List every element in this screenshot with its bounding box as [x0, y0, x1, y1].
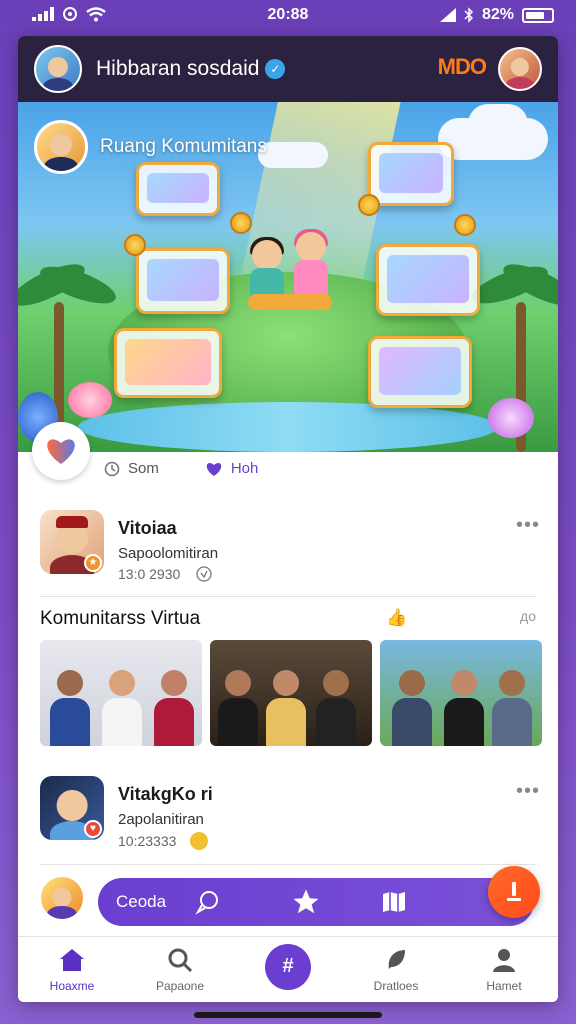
create-post-button[interactable]: [488, 866, 540, 918]
home-indicator[interactable]: [194, 1012, 382, 1018]
section-title: Komunitarss Virtua: [40, 608, 201, 629]
composer-bar: Ceoda: [98, 878, 534, 926]
reaction-comment[interactable]: Som: [104, 460, 159, 477]
community-photo[interactable]: [40, 640, 202, 746]
app-header: Hibbaran sosdaid ✓ MDO: [18, 36, 558, 102]
floating-card: [376, 244, 480, 316]
composer-label[interactable]: Ceoda: [116, 892, 184, 912]
post-avatar[interactable]: ★: [40, 510, 104, 574]
community-photo[interactable]: [210, 640, 372, 746]
floating-card: [368, 142, 454, 206]
community-photo[interactable]: [380, 640, 542, 746]
bluetooth-icon: [464, 7, 474, 23]
signal-icon: [439, 8, 456, 22]
battery-percentage: 82%: [481, 6, 514, 23]
nav-label: Dratloes: [373, 978, 419, 993]
reaction-label: Hoh: [230, 460, 259, 477]
star-badge-icon: ★: [84, 554, 102, 572]
search-icon: [168, 948, 193, 972]
reaction-label: Som: [128, 460, 159, 477]
post-avatar[interactable]: ♥: [40, 776, 104, 840]
heart-icon: [47, 439, 75, 464]
photo-grid: [40, 640, 542, 746]
checkmark-circle-icon: [196, 566, 212, 582]
hashtag-icon: #: [265, 943, 311, 990]
feed-post[interactable]: ★ Vitoiaa Sapoolomitiran 13:0 2930 •••: [40, 510, 540, 590]
hero-banner[interactable]: Ruang Komumitans: [18, 102, 558, 452]
floating-card: [114, 328, 222, 398]
brand-logo: MDO: [437, 54, 487, 79]
user-icon: [493, 948, 515, 972]
floating-card: [136, 248, 230, 314]
nav-search[interactable]: Papaone: [126, 937, 234, 1002]
nav-label: Hoaxme: [49, 978, 95, 993]
status-bar: 20:88 82%: [0, 0, 576, 32]
pen-icon: [507, 882, 521, 901]
app-title: Hibbaran sosdaid ✓: [96, 57, 286, 81]
floating-card: [368, 336, 472, 408]
nav-create[interactable]: #: [234, 937, 342, 1002]
app-title-text: Hibbaran sosdaid: [96, 57, 260, 80]
reaction-like[interactable]: Hoh: [205, 460, 259, 477]
thumbs-up-icon[interactable]: 👍: [386, 608, 407, 628]
home-icon: [60, 948, 84, 971]
reaction-icon: [190, 832, 209, 850]
nav-label: Hamet: [486, 978, 522, 993]
hero-header: Ruang Komumitans: [34, 120, 267, 174]
post-subtitle: 2apolanitiran: [118, 811, 204, 828]
community-avatar[interactable]: [34, 120, 88, 174]
my-avatar[interactable]: [38, 874, 86, 922]
clock-icon: [104, 461, 120, 476]
battery-icon: [522, 7, 554, 23]
hero-title: Ruang Komumitans: [100, 136, 267, 157]
post-author[interactable]: VitakgKo ri: [118, 784, 213, 805]
more-options-icon[interactable]: •••: [516, 514, 540, 537]
bottom-navigation: Hoaxme Papaone # Dratloes Hamet: [18, 936, 558, 1002]
star-icon[interactable]: [282, 878, 330, 926]
chat-icon[interactable]: [184, 878, 232, 926]
app-frame: Hibbaran sosdaid ✓ MDO Ruang Komumitans …: [18, 36, 558, 1002]
post-timestamp: 10:23333: [118, 832, 209, 850]
verified-badge-icon: ✓: [265, 59, 286, 79]
more-options-icon[interactable]: •••: [516, 780, 540, 803]
leaf-icon: [388, 949, 405, 969]
action-bar: Ceoda: [18, 862, 558, 938]
reaction-row: Som Hoh: [104, 460, 258, 477]
nav-profile[interactable]: Hamet: [450, 937, 558, 1002]
nav-activity[interactable]: Dratloes: [342, 937, 450, 1002]
divider: [40, 760, 536, 761]
heart-icon: [206, 462, 222, 476]
post-subtitle: Sapoolomitiran: [118, 545, 219, 562]
feed-post[interactable]: ♥ VitakgKo ri 2apolanitiran 10:23333 •••: [40, 776, 540, 850]
nav-label: Papaone: [155, 978, 205, 993]
post-timestamp: 13:0 2930: [118, 566, 212, 582]
group-avatar[interactable]: [34, 45, 82, 93]
badge-icon: ♥: [84, 820, 102, 838]
section-extra[interactable]: до: [520, 608, 536, 624]
map-icon[interactable]: [370, 878, 418, 926]
like-badge[interactable]: [32, 422, 90, 480]
status-right-icons: 82%: [439, 6, 554, 24]
nav-home[interactable]: Hoaxme: [18, 937, 126, 1002]
profile-avatar[interactable]: [498, 47, 542, 91]
post-author[interactable]: Vitoiaa: [118, 518, 177, 539]
divider: [40, 596, 536, 597]
